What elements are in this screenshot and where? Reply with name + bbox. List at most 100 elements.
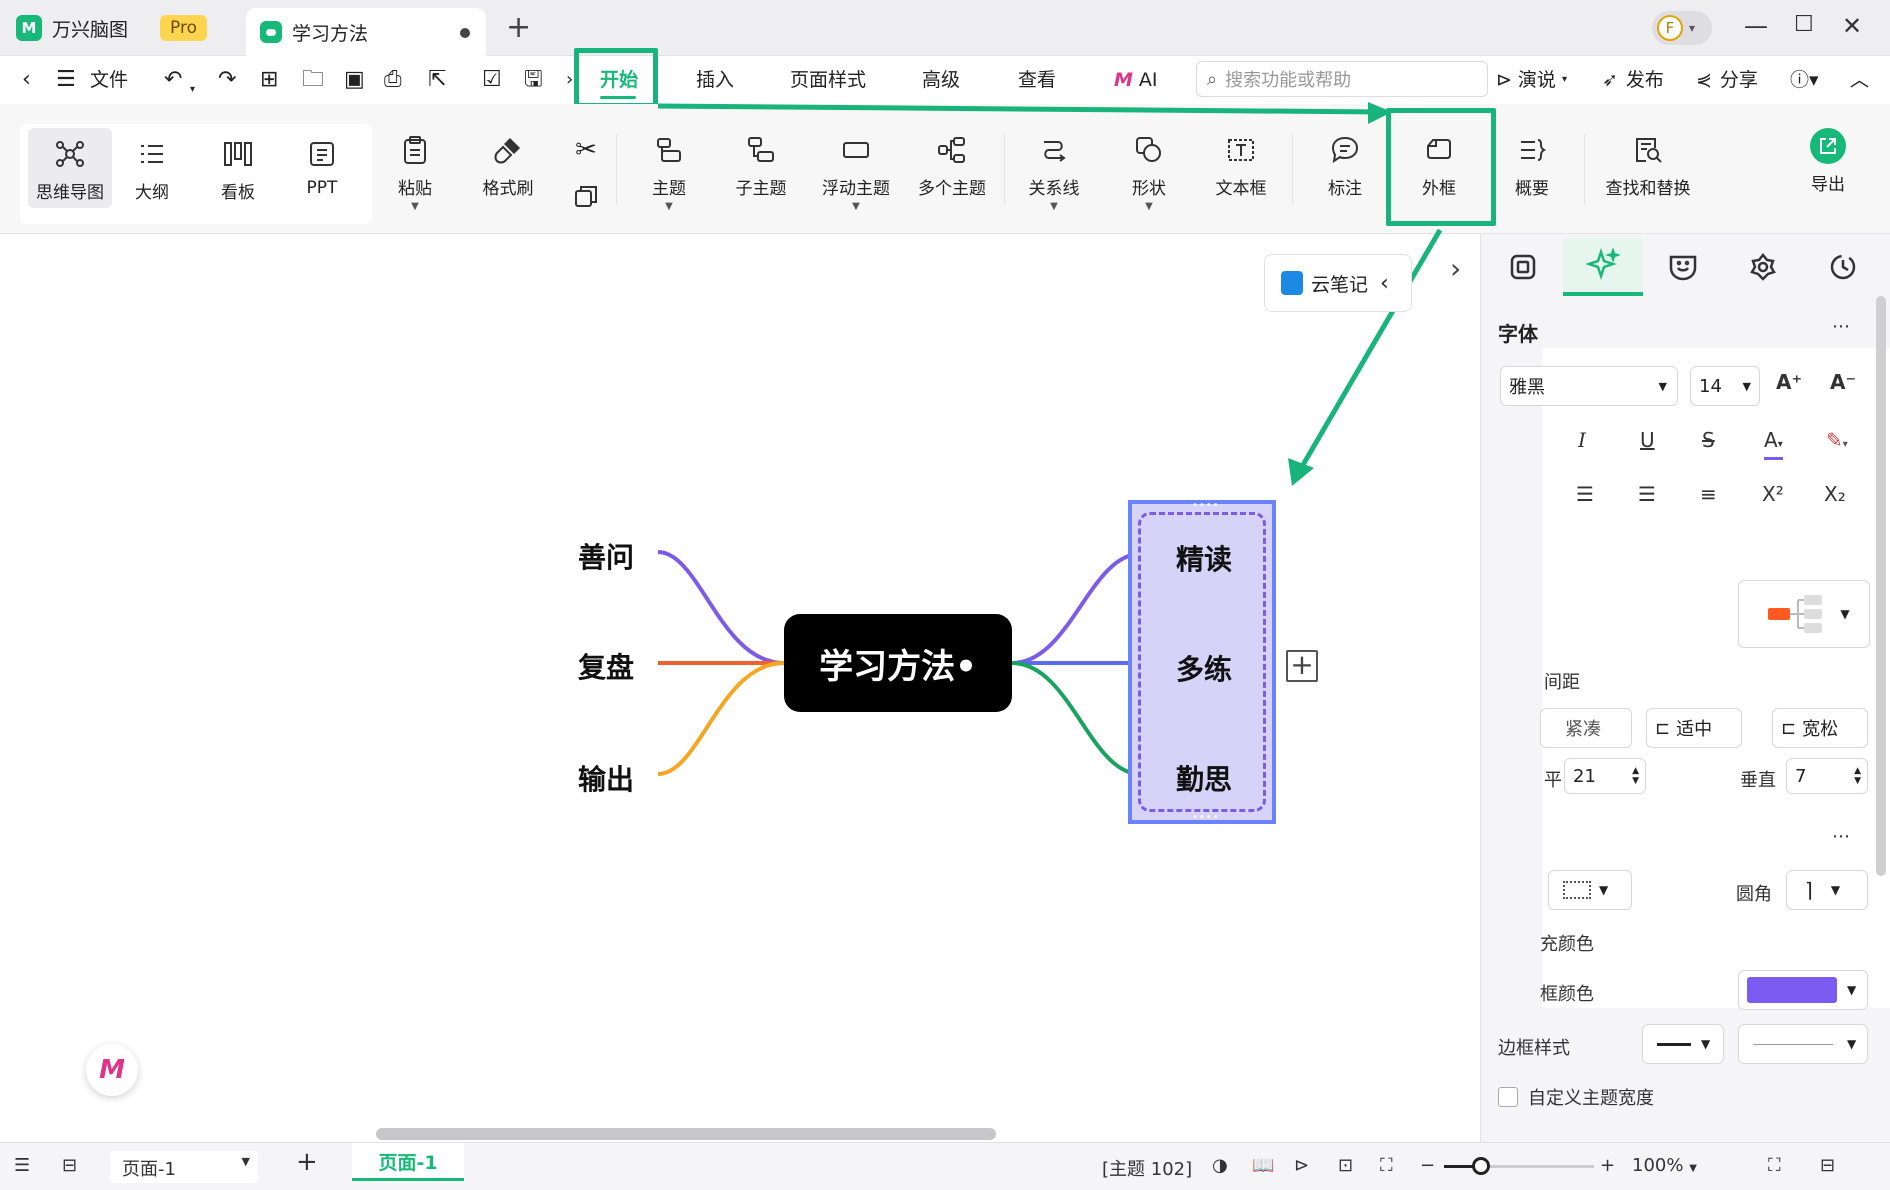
spacing-loose-label: 宽松 xyxy=(1802,719,1839,740)
shape-more-icon[interactable]: ⋯ xyxy=(1832,826,1850,847)
topic-qinsi[interactable]: 勤思 xyxy=(1176,758,1232,798)
chevron-down-icon: ▼ xyxy=(1689,1163,1697,1174)
zoom-slider-thumb[interactable] xyxy=(1472,1157,1490,1175)
resize-handle-top[interactable]: •••• xyxy=(1192,501,1219,511)
cloud-note-label: 云笔记 xyxy=(1311,273,1369,296)
font-grow-icon[interactable]: A⁺ xyxy=(1776,370,1802,394)
topic-duolian[interactable]: 多练 xyxy=(1176,648,1232,688)
dotted-rect-icon xyxy=(1563,881,1591,899)
zoom-out-icon[interactable]: − xyxy=(1420,1155,1435,1176)
custom-width-label: 自定义主题宽度 xyxy=(1528,1088,1654,1109)
branch-line-shanwen xyxy=(657,550,785,665)
corner-radius-select[interactable]: ⌉ ▼ xyxy=(1786,870,1868,910)
spacing-medium-button[interactable]: ⊏ 适中 xyxy=(1646,708,1742,748)
spacing-loose-button[interactable]: ⊏ 宽松 xyxy=(1772,708,1868,748)
corner-icon: ⌉ xyxy=(1805,878,1813,902)
page-panel-icon[interactable]: ⊟ xyxy=(62,1155,77,1176)
root-topic[interactable]: 学习方法• xyxy=(784,614,1012,712)
cloud-note-button[interactable]: 云笔记 ‹ xyxy=(1264,254,1412,312)
arrow-head xyxy=(1368,102,1392,124)
branch-line-jingdu xyxy=(1011,552,1141,665)
fill-color-label: 充颜色 xyxy=(1540,934,1594,955)
horizontal-spacing-label: 平 xyxy=(1544,770,1562,791)
page-list-icon[interactable]: ☰ xyxy=(14,1155,30,1176)
horizontal-spacing-value: 21 xyxy=(1573,765,1596,787)
zoom-in-icon[interactable]: + xyxy=(1600,1155,1615,1176)
panel-scrollbar[interactable] xyxy=(1876,296,1886,876)
align-right-icon[interactable]: ☰ xyxy=(1638,482,1656,506)
align-center-icon[interactable]: ☰ xyxy=(1576,482,1594,506)
chevron-down-icon: ▼ xyxy=(1847,1037,1857,1051)
chevron-down-icon: ▼ xyxy=(1658,379,1667,393)
panel-tab-sticker-icon[interactable] xyxy=(1643,238,1723,296)
arrow-tab-to-boundary xyxy=(657,103,1385,115)
fit-screen-icon[interactable]: ⛶ xyxy=(1380,1155,1393,1176)
bracket-icon: ⊏ xyxy=(1781,717,1797,739)
font-family-select[interactable]: 雅黑 ▼ xyxy=(1500,366,1678,406)
highlight-pen-icon[interactable]: ✎▾ xyxy=(1826,428,1848,452)
font-size-select[interactable]: 14 ▼ xyxy=(1690,366,1760,406)
chevron-down-icon: ▼ xyxy=(1701,1037,1711,1051)
superscript-icon[interactable]: X² xyxy=(1762,482,1784,506)
collapse-panel-icon[interactable]: ⊟ xyxy=(1820,1155,1835,1176)
structure-thumbnail-icon xyxy=(1768,595,1823,633)
bracket-icon: ⊏ xyxy=(1655,717,1671,739)
border-color-swatch xyxy=(1747,977,1837,1003)
zoom-level[interactable]: 100% ▼ xyxy=(1632,1155,1697,1176)
ai-assistant-button[interactable]: M xyxy=(86,1044,138,1096)
ai-logo-icon: M xyxy=(99,1055,125,1085)
horizontal-spacing-input[interactable]: 21 ▲ ▼ xyxy=(1564,758,1646,794)
chevron-down-icon: ▼ xyxy=(1742,379,1751,393)
panel-tab-ai-sparkle-icon[interactable] xyxy=(1563,238,1643,296)
topic-count: [主题 102] xyxy=(1102,1159,1193,1180)
topic-jingdu[interactable]: 精读 xyxy=(1176,538,1232,578)
page-select-value: 页面-1 xyxy=(122,1159,176,1180)
topic-shanwen[interactable]: 善问 xyxy=(578,536,634,576)
corner-radius-label: 圆角 xyxy=(1736,884,1772,905)
custom-width-checkbox[interactable] xyxy=(1498,1087,1518,1107)
stepper-icon[interactable]: ▲ ▼ xyxy=(1854,766,1861,786)
italic-icon[interactable]: I xyxy=(1578,428,1586,452)
add-topic-plus-icon[interactable]: + xyxy=(1286,650,1318,682)
panel-tabs xyxy=(1481,234,1890,298)
fit-page-icon[interactable]: ⊡ xyxy=(1338,1155,1353,1176)
font-color-icon[interactable]: A▾ xyxy=(1764,428,1783,460)
add-page-icon[interactable]: + xyxy=(296,1147,318,1177)
play-slideshow-icon[interactable]: ⊳ xyxy=(1294,1155,1309,1176)
cloud-note-icon xyxy=(1281,271,1303,295)
panel-tab-history-icon[interactable] xyxy=(1803,238,1883,296)
resize-handle-bottom[interactable]: •••• xyxy=(1192,813,1219,823)
zoom-slider-track[interactable] xyxy=(1444,1157,1594,1175)
theme-icon[interactable]: ◑ xyxy=(1212,1155,1228,1176)
custom-width-option[interactable]: 自定义主题宽度 xyxy=(1498,1084,1654,1110)
panel-tab-style-icon[interactable] xyxy=(1483,238,1563,296)
topic-shuchu[interactable]: 输出 xyxy=(578,758,634,798)
layout-structure-select[interactable]: ▼ xyxy=(1738,580,1870,648)
spacing-compact-button[interactable]: 紧凑 xyxy=(1540,708,1632,748)
subscript-icon[interactable]: X₂ xyxy=(1824,482,1846,506)
chevron-down-icon: ▼ xyxy=(1599,883,1609,897)
stepper-icon[interactable]: ▲ ▼ xyxy=(1632,766,1639,786)
vertical-spacing-input[interactable]: 7 ▲ ▼ xyxy=(1786,758,1868,794)
border-color-select[interactable]: ▼ xyxy=(1738,970,1868,1010)
horizontal-scrollbar[interactable] xyxy=(376,1128,996,1140)
align-justify-icon[interactable]: ≡ xyxy=(1700,482,1717,506)
line-style-icon xyxy=(1753,1043,1833,1045)
panel-tab-theme-icon[interactable] xyxy=(1723,238,1803,296)
border-shape-select[interactable]: ▼ xyxy=(1548,870,1632,910)
font-more-icon[interactable]: ⋯ xyxy=(1832,316,1850,337)
page-tab-active[interactable]: 页面-1 xyxy=(352,1143,464,1181)
panel-toggle-chevron-icon[interactable]: › xyxy=(1450,252,1461,285)
strikethrough-icon[interactable]: S xyxy=(1702,428,1715,452)
underline-icon[interactable]: U xyxy=(1640,428,1655,452)
fullscreen-icon[interactable]: ⛶ xyxy=(1768,1155,1781,1176)
page-select[interactable]: 页面-1 ▼ xyxy=(110,1151,258,1183)
book-view-icon[interactable]: 📖 xyxy=(1252,1155,1274,1176)
border-weight-select[interactable]: ▼ xyxy=(1642,1024,1724,1064)
branch-line-shuchu xyxy=(657,661,785,776)
vertical-spacing-value: 7 xyxy=(1795,765,1807,787)
topic-fupan[interactable]: 复盘 xyxy=(578,646,634,686)
border-dash-select[interactable]: ▼ xyxy=(1738,1024,1868,1064)
zoom-level-value: 100% xyxy=(1632,1155,1684,1176)
font-shrink-icon[interactable]: A⁻ xyxy=(1830,370,1856,394)
